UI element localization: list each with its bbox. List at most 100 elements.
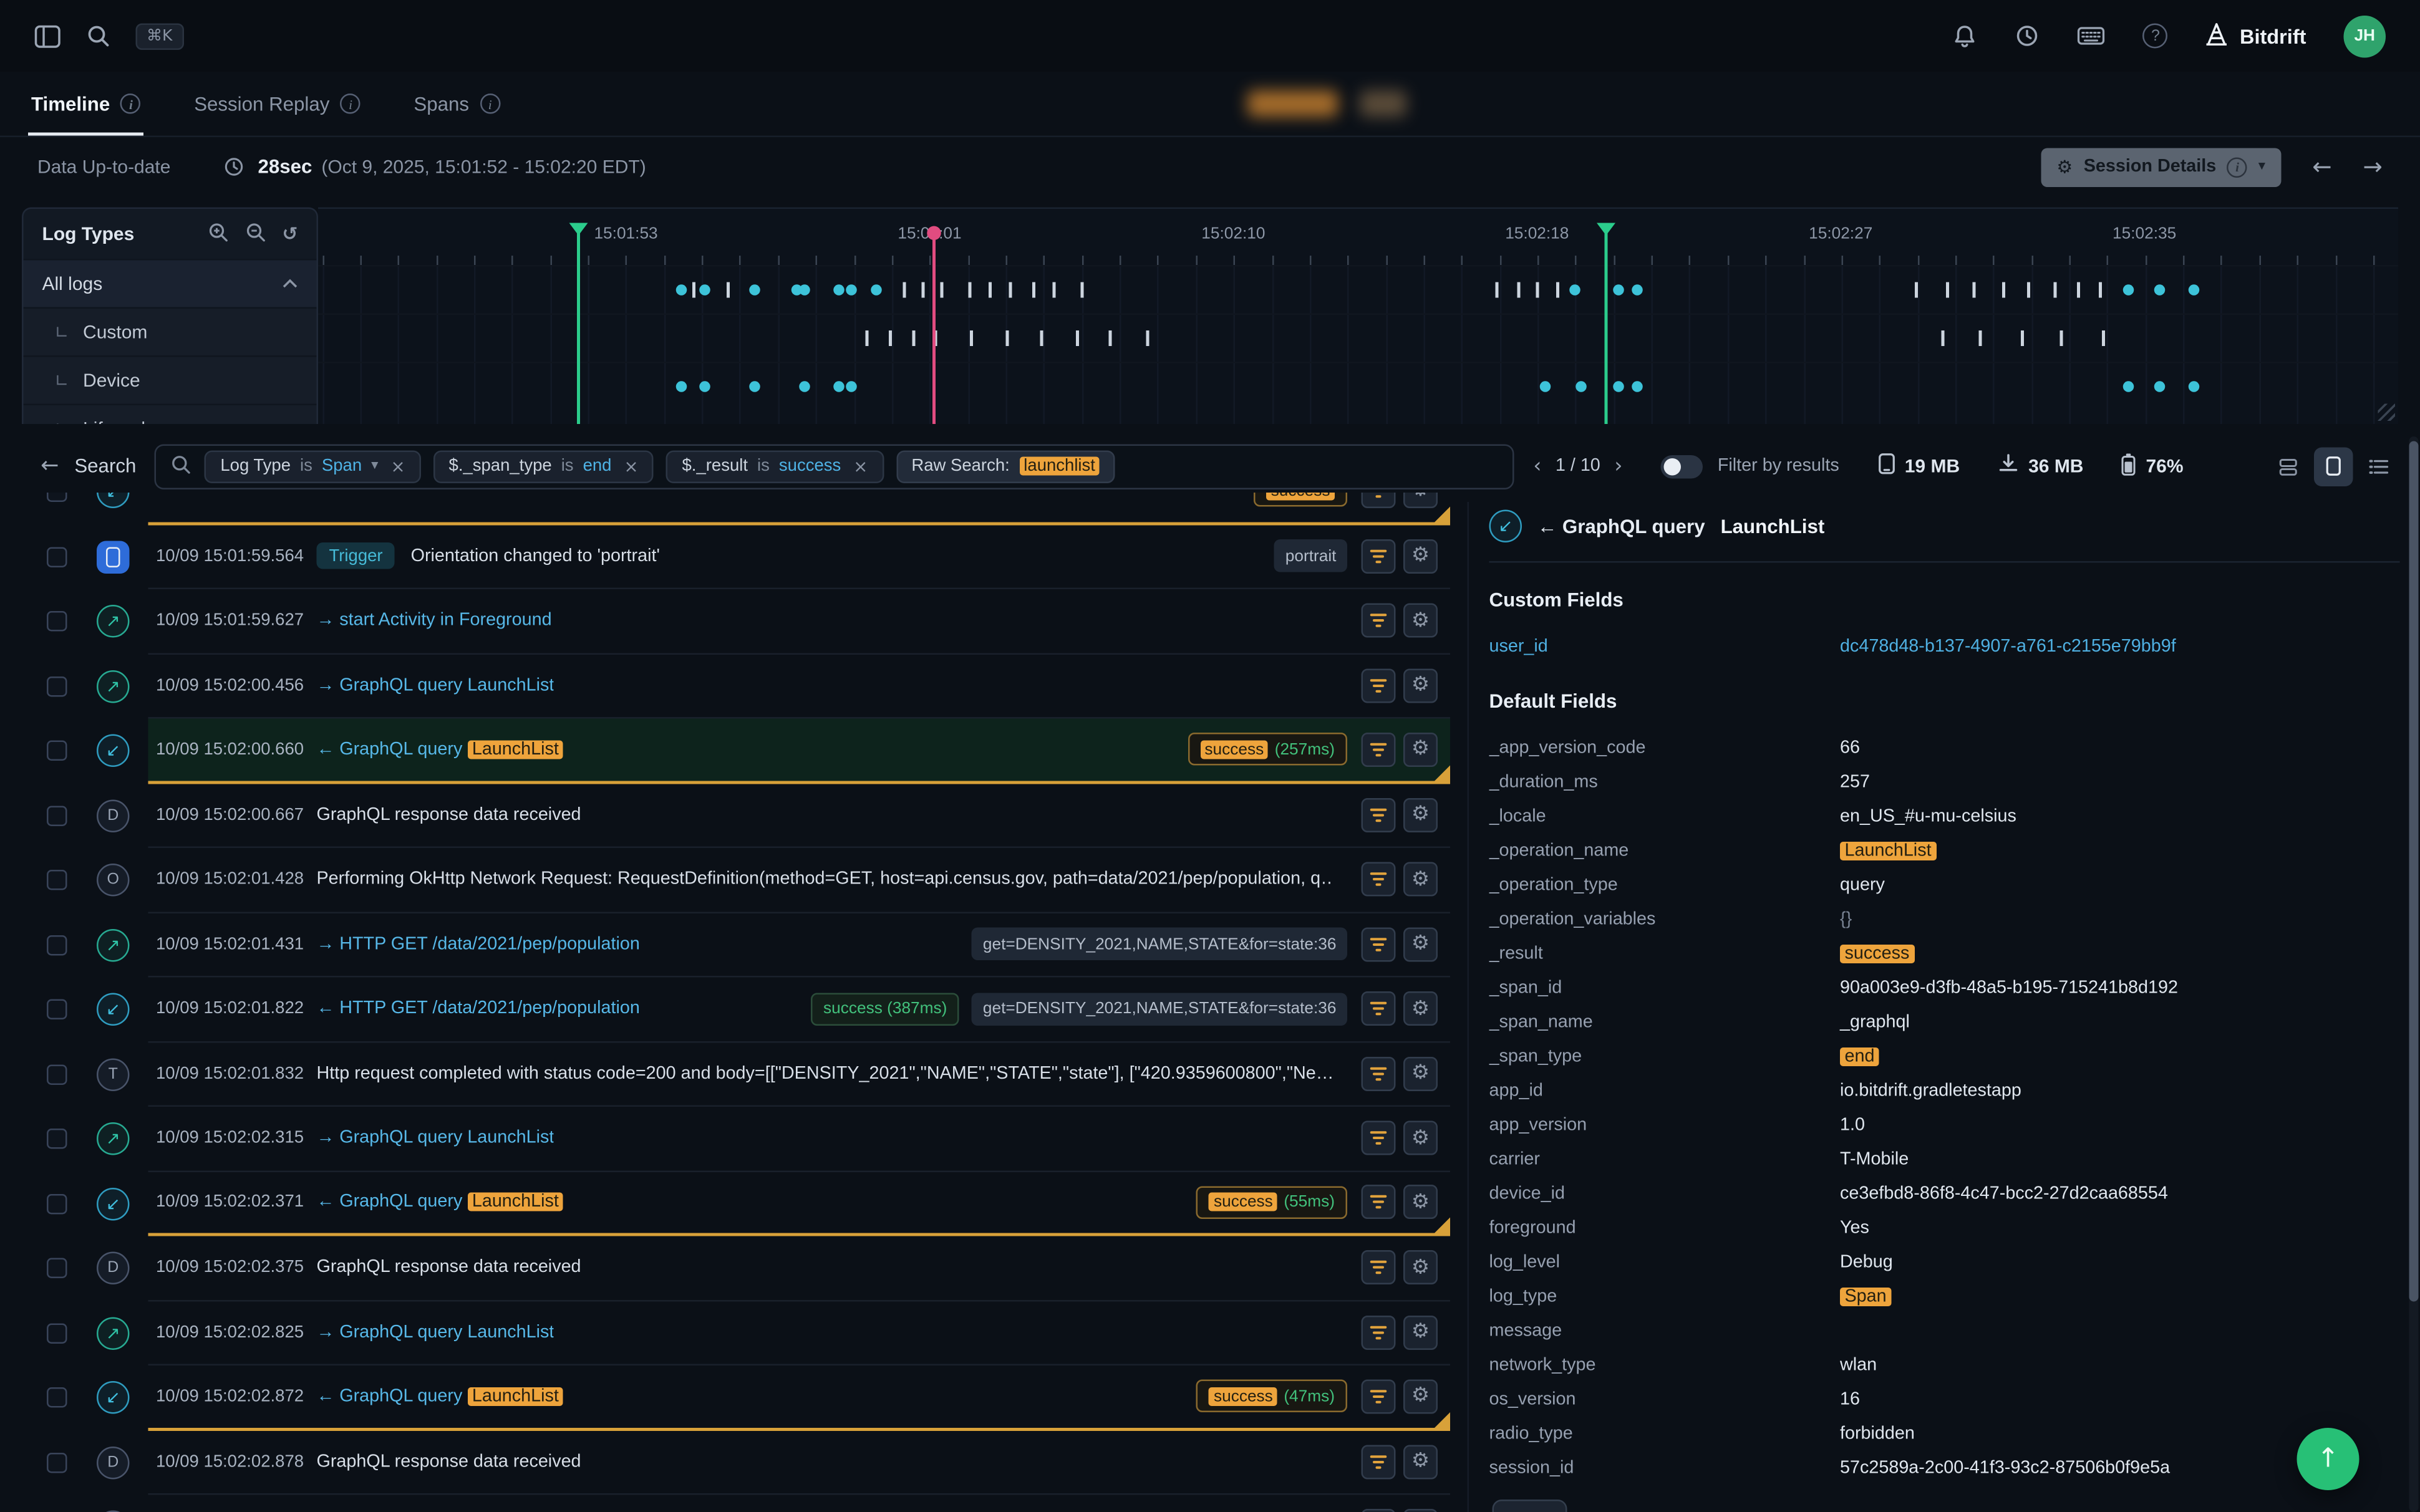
log-type-device[interactable]: ∟ Device — [24, 355, 317, 404]
raw-search-chip[interactable]: Raw Search: launchlist — [896, 450, 1115, 483]
timeline-event-dot[interactable] — [2189, 284, 2200, 296]
row-checkbox[interactable] — [47, 1129, 67, 1150]
timeline-event-tick[interactable] — [989, 282, 992, 298]
timeline-event-tick[interactable] — [1032, 282, 1035, 298]
reset-zoom-icon[interactable]: ↺ — [282, 223, 298, 245]
row-checkbox[interactable] — [47, 1452, 67, 1473]
timeline-event-tick[interactable] — [2101, 330, 2104, 346]
timeline-canvas[interactable]: 15:01:5315:02:0115:02:1015:02:1815:02:27… — [318, 208, 2398, 425]
chevron-down-icon[interactable]: ▾ — [371, 458, 378, 474]
settings-action-button[interactable]: ⚙ — [1403, 539, 1438, 573]
user-avatar[interactable]: JH — [2344, 15, 2386, 57]
settings-action-button[interactable]: ⚙ — [1403, 493, 1438, 508]
timeline-event-tick[interactable] — [1978, 330, 1982, 346]
filter-chip-result[interactable]: $._result is success × — [667, 450, 884, 483]
timeline-event-tick[interactable] — [1146, 330, 1150, 346]
timeline-event-dot[interactable] — [1632, 381, 1643, 392]
timeline-event-tick[interactable] — [922, 282, 925, 298]
log-row[interactable]: ↗10/09 15:01:59.627→ start Activity in F… — [0, 589, 1450, 654]
timeline-event-dot[interactable] — [677, 284, 688, 296]
back-arrow[interactable]: ← — [41, 454, 59, 479]
filter-chip-log-type[interactable]: Log Type is Span ▾ × — [205, 450, 420, 483]
filter-action-button[interactable] — [1362, 1056, 1396, 1091]
view-list-button[interactable] — [2360, 446, 2399, 486]
timeline-event-tick[interactable] — [2053, 282, 2056, 298]
log-row[interactable]: ↗10/09 15:02:02.825→ GraphQL query Launc… — [0, 1301, 1450, 1365]
clipped-button[interactable] — [1493, 1500, 1567, 1512]
timeline-event-dot[interactable] — [1540, 381, 1551, 392]
timeline-event-tick[interactable] — [1914, 282, 1917, 298]
timeline-event-dot[interactable] — [2189, 381, 2200, 392]
row-checkbox[interactable] — [47, 1323, 67, 1344]
filter-action-button[interactable] — [1362, 604, 1396, 638]
help-icon[interactable]: ? — [2143, 24, 2168, 49]
settings-action-button[interactable]: ⚙ — [1403, 668, 1438, 703]
zoom-out-icon[interactable] — [244, 221, 266, 248]
tab-session-replay[interactable]: Session Replay i — [194, 72, 361, 136]
log-row[interactable]: T10/09 15:02:01.832Http request complete… — [0, 1042, 1450, 1107]
log-row[interactable]: D10/09 15:02:02.878GraphQL response data… — [0, 1430, 1450, 1495]
remove-filter-icon[interactable]: × — [853, 456, 868, 476]
timeline-event-tick[interactable] — [1053, 282, 1056, 298]
row-checkbox[interactable] — [47, 1064, 67, 1085]
row-checkbox[interactable] — [47, 612, 67, 632]
timeline-event-dot[interactable] — [700, 381, 711, 392]
page-scrollbar[interactable] — [2409, 436, 2419, 1512]
log-row[interactable]: D10/09 15:02:00.667GraphQL response data… — [0, 783, 1450, 848]
timeline-event-dot[interactable] — [2122, 284, 2134, 296]
row-checkbox[interactable] — [47, 1258, 67, 1279]
timeline-event-tick[interactable] — [903, 282, 906, 298]
timeline-event-tick[interactable] — [693, 282, 696, 298]
settings-action-button[interactable]: ⚙ — [1403, 1510, 1438, 1512]
view-cards-button[interactable] — [2269, 446, 2308, 486]
scrollbar-thumb[interactable] — [2409, 441, 2419, 1302]
filter-action-button[interactable] — [1362, 927, 1396, 961]
log-row[interactable]: D10/09 15:02:02.375GraphQL response data… — [0, 1236, 1450, 1301]
timeline-event-tick[interactable] — [2001, 282, 2005, 298]
settings-action-button[interactable]: ⚙ — [1403, 732, 1438, 766]
info-icon[interactable]: i — [480, 94, 500, 114]
settings-action-button[interactable]: ⚙ — [1403, 1251, 1438, 1285]
row-checkbox[interactable] — [47, 1193, 67, 1214]
scroll-to-top-button[interactable]: ↑ — [2297, 1428, 2360, 1490]
timeline-event-tick[interactable] — [1005, 330, 1008, 346]
filter-action-button[interactable] — [1362, 797, 1396, 832]
filter-chip-span-type[interactable]: $._span_type is end × — [433, 450, 654, 483]
settings-action-button[interactable]: ⚙ — [1403, 1379, 1438, 1413]
timeline-event-tick[interactable] — [1080, 282, 1083, 298]
session-start-marker[interactable] — [576, 223, 579, 425]
next-result-button[interactable]: › — [1614, 455, 1622, 478]
view-device-button[interactable] — [2314, 446, 2353, 486]
filter-action-button[interactable] — [1362, 668, 1396, 703]
timeline-event-dot[interactable] — [1613, 284, 1624, 296]
timeline-event-tick[interactable] — [866, 330, 869, 346]
timeline-event-dot[interactable] — [1569, 284, 1580, 296]
filter-action-button[interactable] — [1362, 493, 1396, 508]
timeline-event-dot[interactable] — [750, 381, 761, 392]
timeline-event-tick[interactable] — [1941, 330, 1944, 346]
filter-action-button[interactable] — [1362, 992, 1396, 1026]
timeline-event-dot[interactable] — [2154, 381, 2165, 392]
timeline-event-tick[interactable] — [2099, 282, 2103, 298]
timeline-event-tick[interactable] — [889, 330, 892, 346]
timeline-event-dot[interactable] — [845, 284, 856, 296]
row-checkbox[interactable] — [47, 806, 67, 826]
row-checkbox[interactable] — [47, 935, 67, 955]
timeline-event-dot[interactable] — [833, 284, 844, 296]
settings-action-button[interactable]: ⚙ — [1403, 1445, 1438, 1479]
search-icon[interactable] — [86, 24, 111, 49]
remove-filter-icon[interactable]: × — [390, 456, 405, 476]
log-row[interactable]: ↙10/09 15:02:00.660← GraphQL query Launc… — [0, 719, 1450, 784]
zoom-in-icon[interactable] — [207, 221, 229, 248]
timeline-event-tick[interactable] — [967, 282, 970, 298]
filter-action-button[interactable] — [1362, 732, 1396, 766]
row-checkbox[interactable] — [47, 870, 67, 891]
log-row[interactable]: ↗10/09 15:02:00.456→ GraphQL query Launc… — [0, 654, 1450, 719]
timeline-event-tick[interactable] — [1496, 282, 1499, 298]
settings-action-button[interactable]: ⚙ — [1403, 1056, 1438, 1091]
filter-action-button[interactable] — [1362, 1121, 1396, 1155]
session-end-marker[interactable] — [1604, 223, 1607, 425]
timeline-event-tick[interactable] — [1536, 282, 1539, 298]
log-row[interactable]: ↙10/09 15:02:01.822← HTTP GET /data/2021… — [0, 978, 1450, 1043]
timeline-event-dot[interactable] — [750, 284, 761, 296]
